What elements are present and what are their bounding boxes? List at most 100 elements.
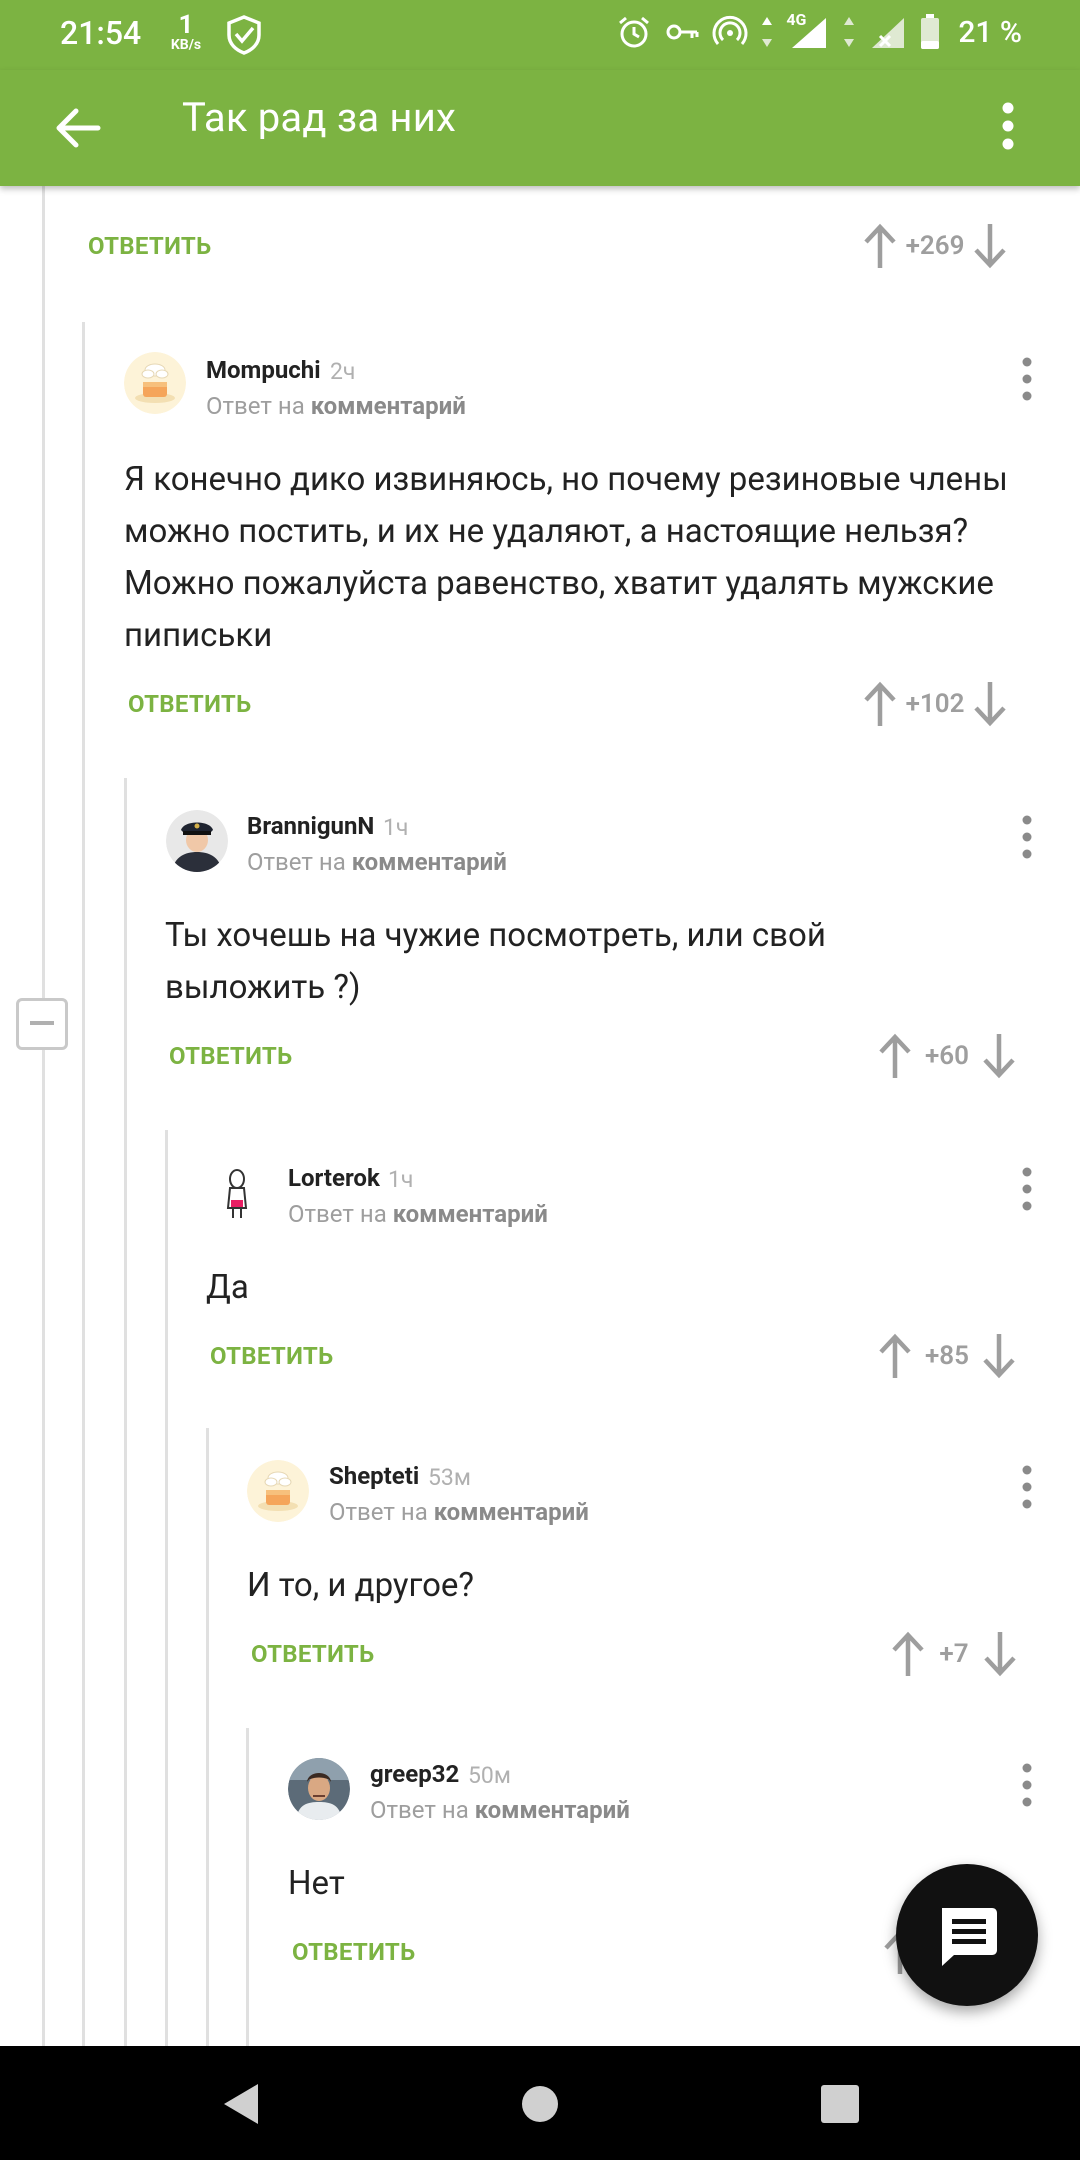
- downvote-arrow-icon[interactable]: [979, 1032, 1019, 1080]
- thread-line-0: [42, 186, 45, 2046]
- score: +85: [924, 1341, 969, 1371]
- captain-avatar-icon: [166, 810, 228, 872]
- comment-menu-icon[interactable]: [1012, 1164, 1042, 1214]
- reply-button[interactable]: ОТВЕТИТЬ: [88, 232, 211, 260]
- battery-icon: [921, 14, 940, 49]
- reply-to-line: Ответ на комментарий: [370, 1796, 630, 1824]
- comment-menu-icon[interactable]: [1012, 1760, 1042, 1810]
- score: +7: [939, 1639, 969, 1669]
- recents-square-icon[interactable]: [810, 2074, 870, 2134]
- network-speed-unit: KB/s: [170, 37, 202, 53]
- avatar[interactable]: [247, 1460, 309, 1522]
- network-speed: 1 KB/s: [166, 12, 206, 52]
- thread-line-2: [124, 778, 127, 2046]
- cake-avatar-icon: [247, 1460, 309, 1522]
- vote-controls: +60: [875, 1032, 1019, 1080]
- upvote-arrow-icon[interactable]: [860, 222, 900, 270]
- app-bar: Так рад за них: [0, 70, 1080, 186]
- comment-menu-icon[interactable]: [1012, 354, 1042, 404]
- cake-avatar-icon: [124, 352, 186, 414]
- score: +269: [905, 231, 965, 261]
- reply-to-prefix: Ответ на: [247, 848, 346, 876]
- vote-controls: +7: [888, 1630, 1020, 1678]
- comment-text: Ты хочешь на чужие посмотреть, или свой …: [165, 916, 826, 1007]
- comment-author[interactable]: greep32: [370, 1760, 459, 1788]
- comment-author[interactable]: Lorterok: [288, 1164, 380, 1192]
- vote-controls: +102: [860, 680, 1010, 728]
- upvote-arrow-icon[interactable]: [888, 1630, 928, 1678]
- downvote-arrow-icon[interactable]: [970, 222, 1010, 270]
- data-arrows-icon: [762, 17, 773, 47]
- comment-time: 2ч: [330, 358, 356, 385]
- thread-line-1: [82, 322, 85, 2046]
- comment-icon: [942, 1908, 997, 1966]
- battery-percent: 21 %: [958, 14, 1022, 50]
- thread-line-5: [246, 1728, 249, 2046]
- score: +102: [905, 689, 965, 719]
- avatar[interactable]: [288, 1758, 350, 1820]
- downvote-arrow-icon[interactable]: [970, 680, 1010, 728]
- reply-button[interactable]: ОТВЕТИТЬ: [292, 1938, 415, 1966]
- back-arrow-icon[interactable]: [46, 96, 110, 160]
- comment-menu-icon[interactable]: [1012, 812, 1042, 862]
- more-vert-icon[interactable]: [976, 94, 1040, 158]
- home-circle-icon[interactable]: [510, 2074, 570, 2134]
- score: +60: [924, 1041, 969, 1071]
- comment-text: И то, и другое?: [247, 1566, 474, 1605]
- reply-to-link[interactable]: комментарий: [475, 1796, 630, 1824]
- signal-4g: 4G: [786, 10, 830, 50]
- reply-to-line: Ответ на комментарий: [288, 1200, 548, 1228]
- add-comment-fab[interactable]: [896, 1864, 1038, 2006]
- signal-icon: [792, 18, 827, 48]
- status-icons: 4G 21 %: [616, 10, 1022, 50]
- upvote-arrow-icon[interactable]: [860, 680, 900, 728]
- reply-to-line: Ответ на комментарий: [206, 392, 466, 420]
- status-bar: 21:54 1 KB/s 4G 21 %: [0, 0, 1080, 70]
- reply-button[interactable]: ОТВЕТИТЬ: [251, 1640, 374, 1668]
- reply-to-link[interactable]: комментарий: [434, 1498, 589, 1526]
- collapse-thread-button[interactable]: [16, 998, 68, 1050]
- comment-text: Нет: [288, 1864, 345, 1903]
- avatar[interactable]: [124, 352, 186, 414]
- vote-controls: +85: [875, 1332, 1019, 1380]
- reply-to-link[interactable]: комментарий: [393, 1200, 548, 1228]
- comment-author[interactable]: Mompuchi: [206, 356, 321, 384]
- thread-line-3: [165, 1130, 168, 2046]
- comment-menu-icon[interactable]: [1012, 1462, 1042, 1512]
- comment-thread[interactable]: ОТВЕТИТЬ +269 Mompuchi 2ч Ответ на комме…: [0, 186, 1080, 2046]
- system-nav-bar: [0, 2046, 1080, 2160]
- reply-to-line: Ответ на комментарий: [247, 848, 507, 876]
- key-icon: [666, 24, 699, 40]
- comment-time: 50м: [468, 1762, 511, 1789]
- reply-to-link[interactable]: комментарий: [311, 392, 466, 420]
- comment-time: 1ч: [388, 1166, 414, 1193]
- page-title: Так рад за них: [182, 94, 457, 141]
- reply-button[interactable]: ОТВЕТИТЬ: [169, 1042, 292, 1070]
- back-triangle-icon[interactable]: [212, 2074, 272, 2134]
- vote-controls: +269: [860, 222, 1010, 270]
- status-time: 21:54: [60, 14, 142, 52]
- reply-to-line: Ответ на комментарий: [329, 1498, 589, 1526]
- man-photo-avatar-icon: [288, 1758, 350, 1820]
- downvote-arrow-icon[interactable]: [979, 1332, 1019, 1380]
- avatar[interactable]: [166, 810, 228, 872]
- comment-text: Я конечно дико извиняюсь, но почему рези…: [124, 460, 1008, 655]
- reply-to-link[interactable]: комментарий: [352, 848, 507, 876]
- downvote-arrow-icon[interactable]: [980, 1630, 1020, 1678]
- signal-no-service-icon: [872, 18, 905, 48]
- reply-to-prefix: Ответ на: [329, 1498, 428, 1526]
- thread-line-4: [206, 1428, 209, 2046]
- reply-to-prefix: Ответ на: [206, 392, 305, 420]
- comment-time: 53м: [428, 1464, 471, 1491]
- upvote-arrow-icon[interactable]: [875, 1332, 915, 1380]
- comment-author[interactable]: Shepteti: [329, 1462, 419, 1490]
- network-speed-value: 1: [178, 10, 194, 40]
- reply-to-prefix: Ответ на: [288, 1200, 387, 1228]
- reply-button[interactable]: ОТВЕТИТЬ: [128, 690, 251, 718]
- reply-button[interactable]: ОТВЕТИТЬ: [210, 1342, 333, 1370]
- comment-text: Да: [206, 1268, 249, 1307]
- avatar[interactable]: [206, 1162, 268, 1224]
- upvote-arrow-icon[interactable]: [875, 1032, 915, 1080]
- comment-author[interactable]: BrannigunN: [247, 812, 374, 840]
- data-arrows-icon-2: [844, 17, 855, 47]
